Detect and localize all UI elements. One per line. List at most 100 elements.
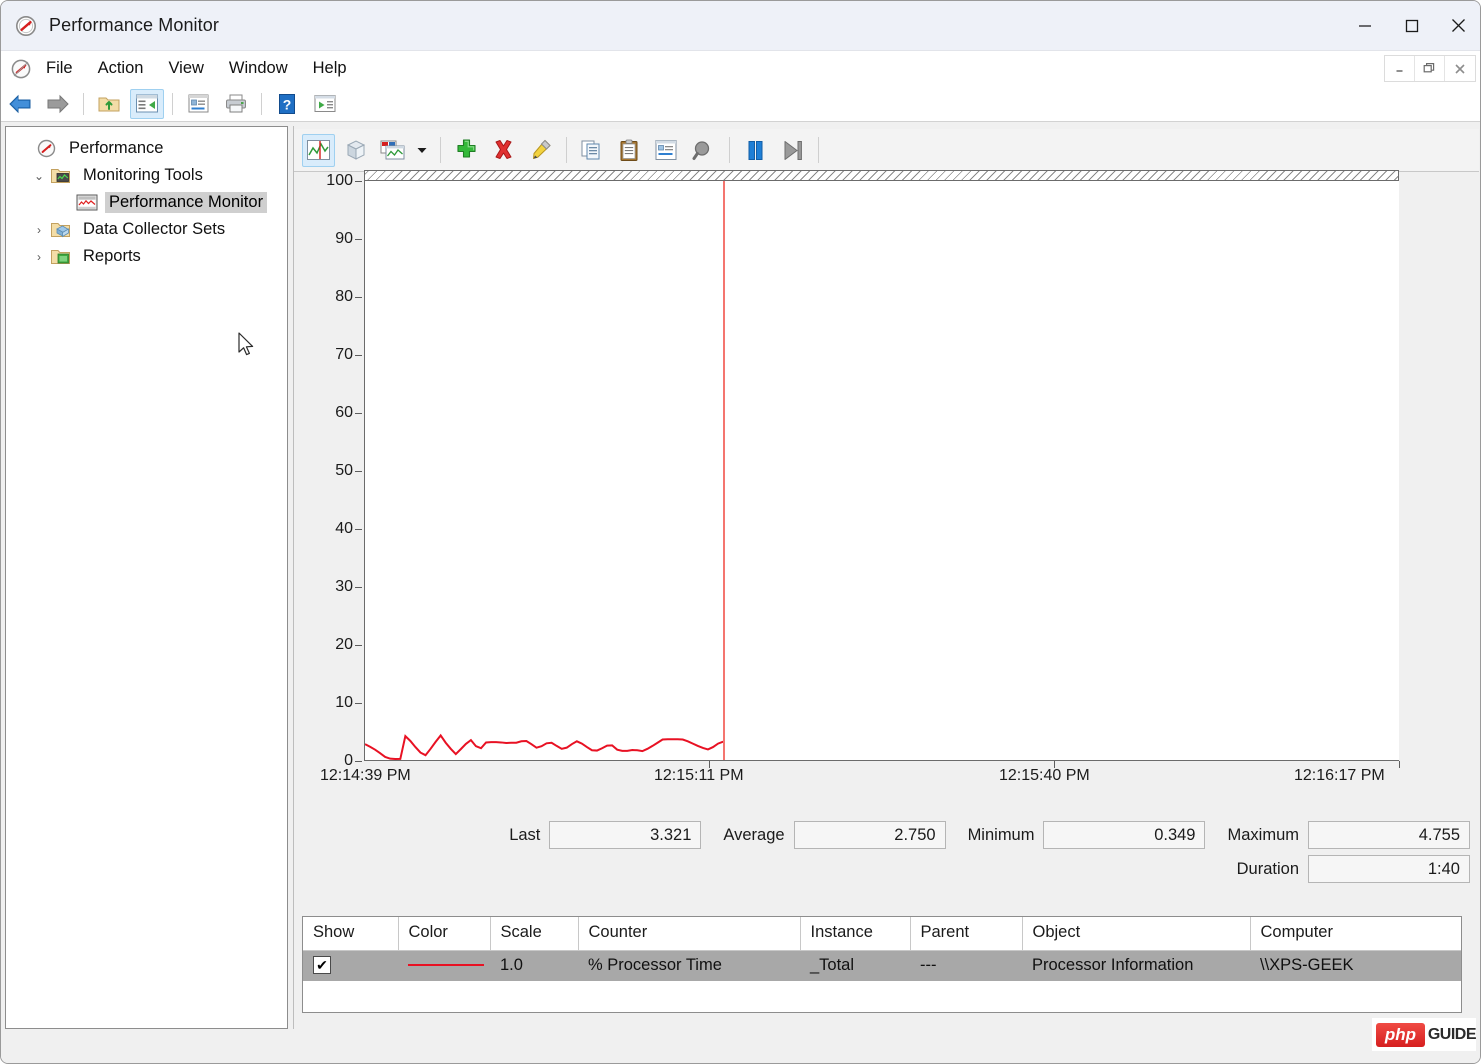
delete-counter-icon[interactable] — [487, 134, 520, 167]
console-tree[interactable]: Performance ⌄ Monitoring Tools Performan… — [5, 126, 288, 1029]
help-icon[interactable]: ? — [270, 89, 304, 119]
column-header-counter[interactable]: Counter — [578, 917, 801, 951]
y-axis-tick — [355, 181, 362, 182]
tree-twisty-collapsed[interactable]: › — [28, 250, 50, 264]
y-axis-tick-label: 10 — [335, 694, 353, 711]
menu-item-view[interactable]: View — [157, 55, 214, 82]
chart-top-hatch-band — [364, 170, 1399, 181]
mdi-close-button[interactable] — [1445, 56, 1475, 81]
y-axis-tick-label: 20 — [335, 636, 353, 653]
watermark-badge: php GUIDE — [1372, 1018, 1477, 1051]
average-value: 2.750 — [793, 821, 946, 849]
copy-properties-icon[interactable] — [576, 134, 609, 167]
properties-icon[interactable] — [181, 89, 215, 119]
tree-item-reports[interactable]: › Reports — [10, 243, 287, 270]
freeze-display-icon[interactable] — [739, 134, 772, 167]
tree-item-label: Reports — [83, 247, 141, 265]
window-title: Performance Monitor — [49, 15, 219, 35]
add-counter-icon[interactable] — [450, 134, 483, 167]
column-header-show[interactable]: Show — [303, 917, 399, 951]
y-axis-tick-label: 30 — [335, 578, 353, 595]
toolbar-separator — [172, 92, 173, 115]
reports-folder-icon — [50, 247, 72, 266]
highlight-icon[interactable] — [524, 134, 557, 167]
maximize-button[interactable] — [1388, 1, 1435, 50]
chart-series-line — [365, 733, 724, 760]
y-axis-tick — [355, 413, 362, 414]
view-graph-icon[interactable] — [302, 133, 335, 167]
mdi-restore-button[interactable] — [1415, 56, 1445, 81]
tree-item-performance[interactable]: Performance — [10, 135, 287, 162]
new-window-icon[interactable] — [308, 89, 342, 119]
back-icon[interactable] — [3, 89, 37, 119]
mouse-cursor — [238, 332, 258, 364]
y-axis-tick-label: 70 — [335, 346, 353, 363]
column-header-scale[interactable]: Scale — [490, 917, 579, 951]
scale-cell: 1.0 — [500, 955, 523, 974]
y-axis-tick — [355, 529, 362, 530]
tree-item-label: Performance Monitor — [105, 192, 268, 213]
column-header-computer[interactable]: Computer — [1250, 917, 1461, 951]
chart-plot-area[interactable] — [364, 181, 1399, 761]
parent-cell: --- — [920, 955, 937, 974]
y-axis: 0 10 20 30 40 50 60 70 80 90 100 — [302, 172, 364, 769]
maximum-value: 4.755 — [1308, 821, 1470, 849]
legend-row[interactable]: ✔ 1.0 % Processor Time _Total --- Proces… — [303, 950, 1461, 981]
change-graph-type-icon[interactable] — [376, 134, 409, 167]
y-axis-tick — [355, 587, 362, 588]
tree-item-label: Monitoring Tools — [83, 166, 203, 184]
performance-monitor-node-icon — [76, 193, 98, 212]
minimize-button[interactable] — [1341, 1, 1388, 50]
x-axis-labels: 12:14:39 PM 12:15:11 PM 12:15:40 PM 12:16:1… — [302, 767, 1470, 793]
menu-item-help[interactable]: Help — [302, 55, 358, 82]
show-checkbox[interactable]: ✔ — [313, 955, 331, 974]
column-header-object[interactable]: Object — [1022, 917, 1251, 951]
y-axis-tick — [355, 239, 362, 240]
tree-item-data-collector-sets[interactable]: › Data Collector Sets — [10, 216, 287, 243]
last-value: 3.321 — [549, 821, 702, 849]
show-checkbox-cell[interactable]: ✔ — [303, 950, 398, 981]
zoom-icon[interactable] — [687, 134, 720, 167]
instance-cell: _Total — [810, 955, 855, 974]
mdi-minimize-button[interactable] — [1385, 56, 1415, 81]
forward-icon[interactable] — [41, 89, 75, 119]
tree-twisty-collapsed[interactable]: › — [28, 223, 50, 237]
properties-icon[interactable] — [650, 134, 683, 167]
tree-item-monitoring-tools[interactable]: ⌄ Monitoring Tools — [10, 162, 287, 189]
main-toolbar: ? — [1, 86, 1480, 122]
tree-item-label: Data Collector Sets — [83, 220, 226, 238]
tree-twisty-expanded[interactable]: ⌄ — [28, 169, 50, 183]
chart-cursor-line — [723, 181, 726, 760]
x-axis-tick — [1054, 761, 1055, 768]
x-axis-tick-label: 12:15:40 PM — [999, 767, 1090, 784]
close-button[interactable] — [1435, 1, 1480, 50]
chart-area: 0 10 20 30 40 50 60 70 80 90 100 12:14:39 PM 12:15:… — [302, 170, 1470, 941]
view-histogram-icon[interactable] — [339, 134, 372, 167]
menu-item-action[interactable]: Action — [87, 55, 155, 82]
y-axis-tick-label: 100 — [326, 172, 353, 189]
print-icon[interactable] — [219, 89, 253, 119]
menu-item-window[interactable]: Window — [218, 55, 299, 82]
duration-value: 1:40 — [1308, 855, 1470, 883]
up-folder-icon[interactable] — [92, 89, 126, 119]
series-color-swatch — [408, 964, 484, 967]
paste-counter-list-icon[interactable] — [613, 134, 646, 167]
update-data-icon[interactable] — [776, 134, 809, 167]
tree-item-performance-monitor[interactable]: Performance Monitor — [10, 189, 287, 216]
performance-monitor-window: Performance Monitor File Action View Win… — [0, 0, 1481, 1064]
toolbar-separator — [261, 92, 262, 115]
minimum-value: 0.349 — [1043, 821, 1206, 849]
toolbar-separator — [440, 137, 441, 163]
performance-monitor-view: 0 10 20 30 40 50 60 70 80 90 100 12:14:39 PM 12:15:… — [293, 126, 1479, 1029]
y-axis-tick — [355, 355, 362, 356]
column-header-instance[interactable]: Instance — [800, 917, 911, 951]
object-cell: Processor Information — [1032, 955, 1194, 974]
menu-item-file[interactable]: File — [35, 55, 84, 82]
column-header-color[interactable]: Color — [398, 917, 491, 951]
watermark-word: GUIDE — [1427, 1025, 1477, 1043]
statistics-panel: Last 3.321 Average 2.750 Minimum 0.349 M… — [302, 821, 1470, 901]
show-hide-console-tree-icon[interactable] — [130, 88, 164, 119]
counter-legend-table[interactable]: Show Color Scale Counter Instance Parent… — [302, 916, 1462, 1013]
chevron-down-icon[interactable] — [413, 134, 431, 167]
column-header-parent[interactable]: Parent — [910, 917, 1023, 951]
